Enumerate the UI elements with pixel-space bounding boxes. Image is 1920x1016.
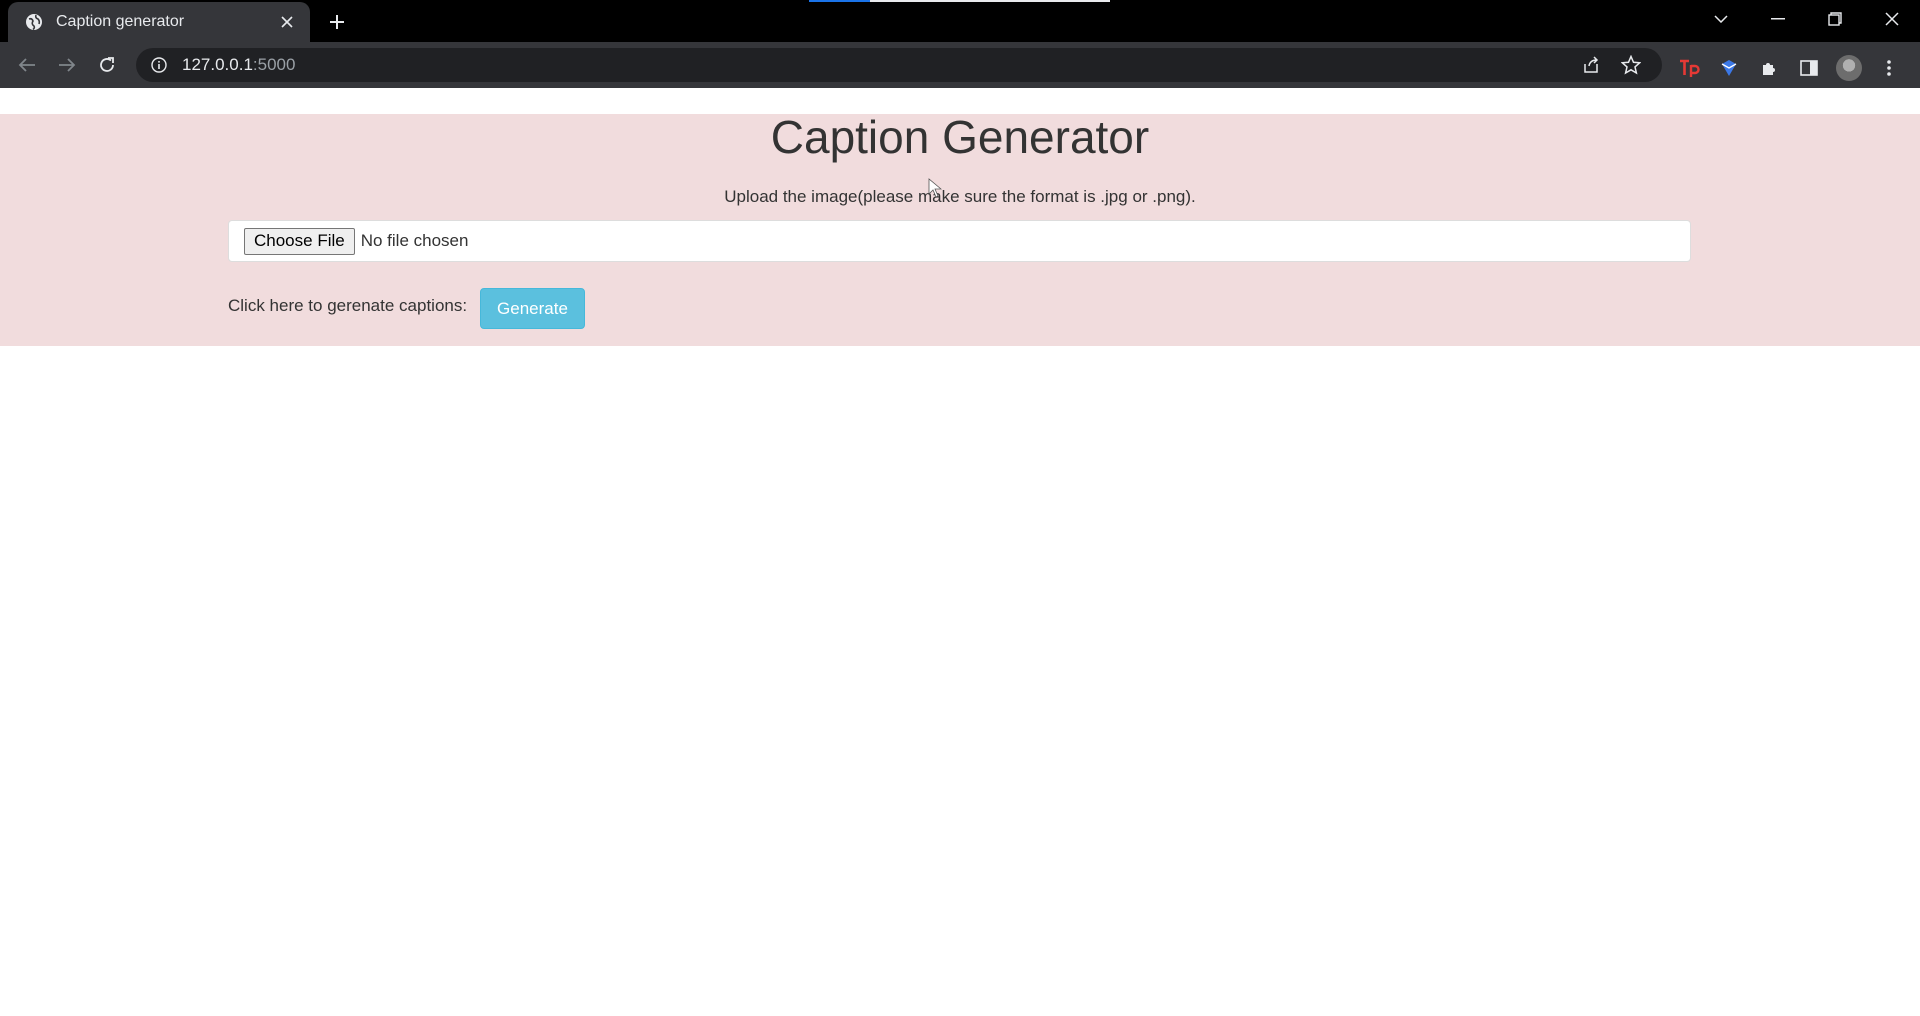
choose-file-button[interactable]: Choose File (244, 227, 355, 255)
extensions-puzzle-icon[interactable] (1756, 58, 1782, 78)
globe-icon (24, 12, 44, 32)
share-icon[interactable] (1578, 55, 1604, 75)
restore-icon[interactable] (1806, 0, 1863, 38)
tab-search-icon[interactable] (1692, 0, 1749, 38)
tab-close-icon[interactable] (276, 11, 298, 33)
forward-icon[interactable] (52, 50, 82, 80)
window-controls (1692, 0, 1920, 38)
browser-tabstrip: Caption generator (0, 0, 1920, 42)
side-panel-icon[interactable] (1796, 58, 1822, 78)
mouse-cursor-icon (928, 178, 943, 198)
browser-toolbar: 127.0.0.1:5000 (0, 42, 1920, 88)
generate-button[interactable]: Generate (480, 288, 585, 329)
upload-instruction: Upload the image(please make sure the fo… (724, 187, 1196, 206)
page-title: Caption Generator (770, 111, 1150, 163)
reload-icon[interactable] (92, 50, 122, 80)
generate-label: Click here to gerenate captions: (228, 296, 468, 315)
extension-tp-icon[interactable] (1676, 58, 1702, 78)
url-host: 127.0.0.1 (182, 55, 253, 74)
file-status-text: No file chosen (360, 231, 469, 250)
tab-title: Caption generator (56, 13, 185, 30)
minimize-icon[interactable] (1749, 0, 1806, 38)
back-icon[interactable] (12, 50, 42, 80)
loading-indicator (809, 0, 870, 2)
browser-tab[interactable]: Caption generator (8, 2, 310, 42)
info-icon[interactable] (150, 56, 168, 74)
menu-dots-icon[interactable] (1876, 58, 1902, 78)
profile-avatar[interactable] (1836, 55, 1862, 81)
bookmark-star-icon[interactable] (1618, 55, 1644, 75)
address-bar[interactable]: 127.0.0.1:5000 (136, 48, 1662, 82)
close-window-icon[interactable] (1863, 0, 1920, 38)
extension-shield-icon[interactable] (1716, 58, 1742, 78)
loading-track (870, 0, 1110, 2)
url-port: :5000 (252, 55, 296, 74)
file-input[interactable]: Choose File No file chosen (228, 220, 1691, 262)
new-tab-icon[interactable] (322, 9, 352, 35)
extensions-area (1676, 55, 1902, 81)
